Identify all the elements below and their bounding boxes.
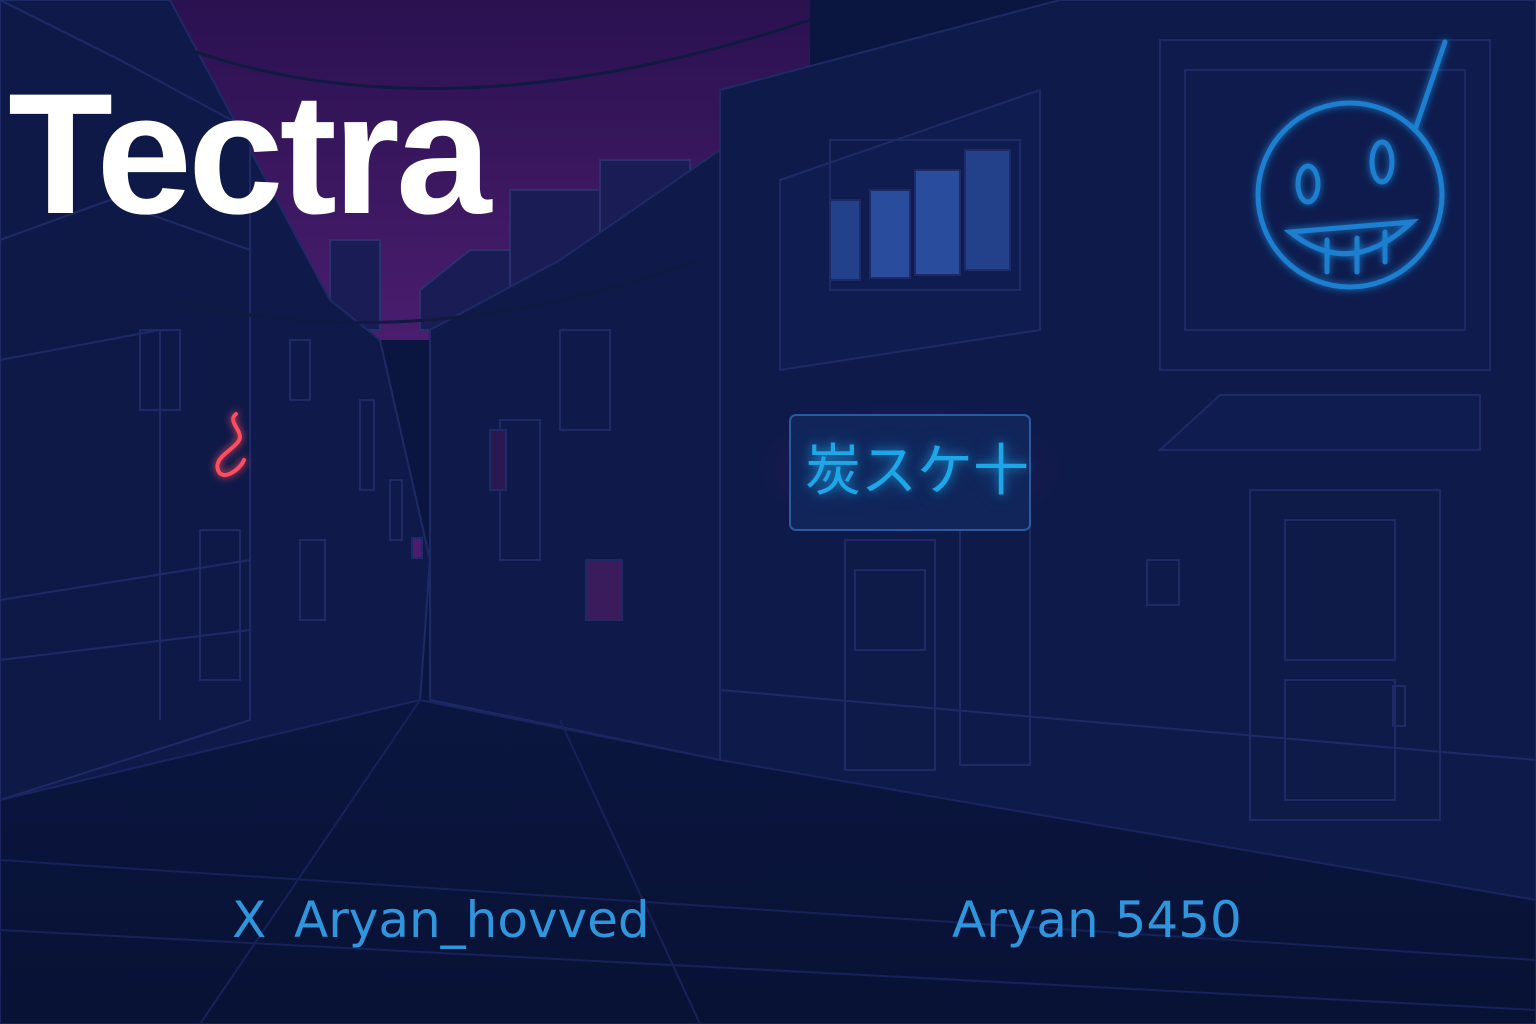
secondary-handle-text[interactable]: Aryan 5450 xyxy=(952,890,1242,950)
x-handle-text[interactable]: Aryan_hovved xyxy=(294,890,650,950)
x-icon: X xyxy=(232,891,267,949)
neon-sign-text: 炭スケ十 xyxy=(805,439,1029,504)
brand-title: Tectra xyxy=(8,58,491,250)
